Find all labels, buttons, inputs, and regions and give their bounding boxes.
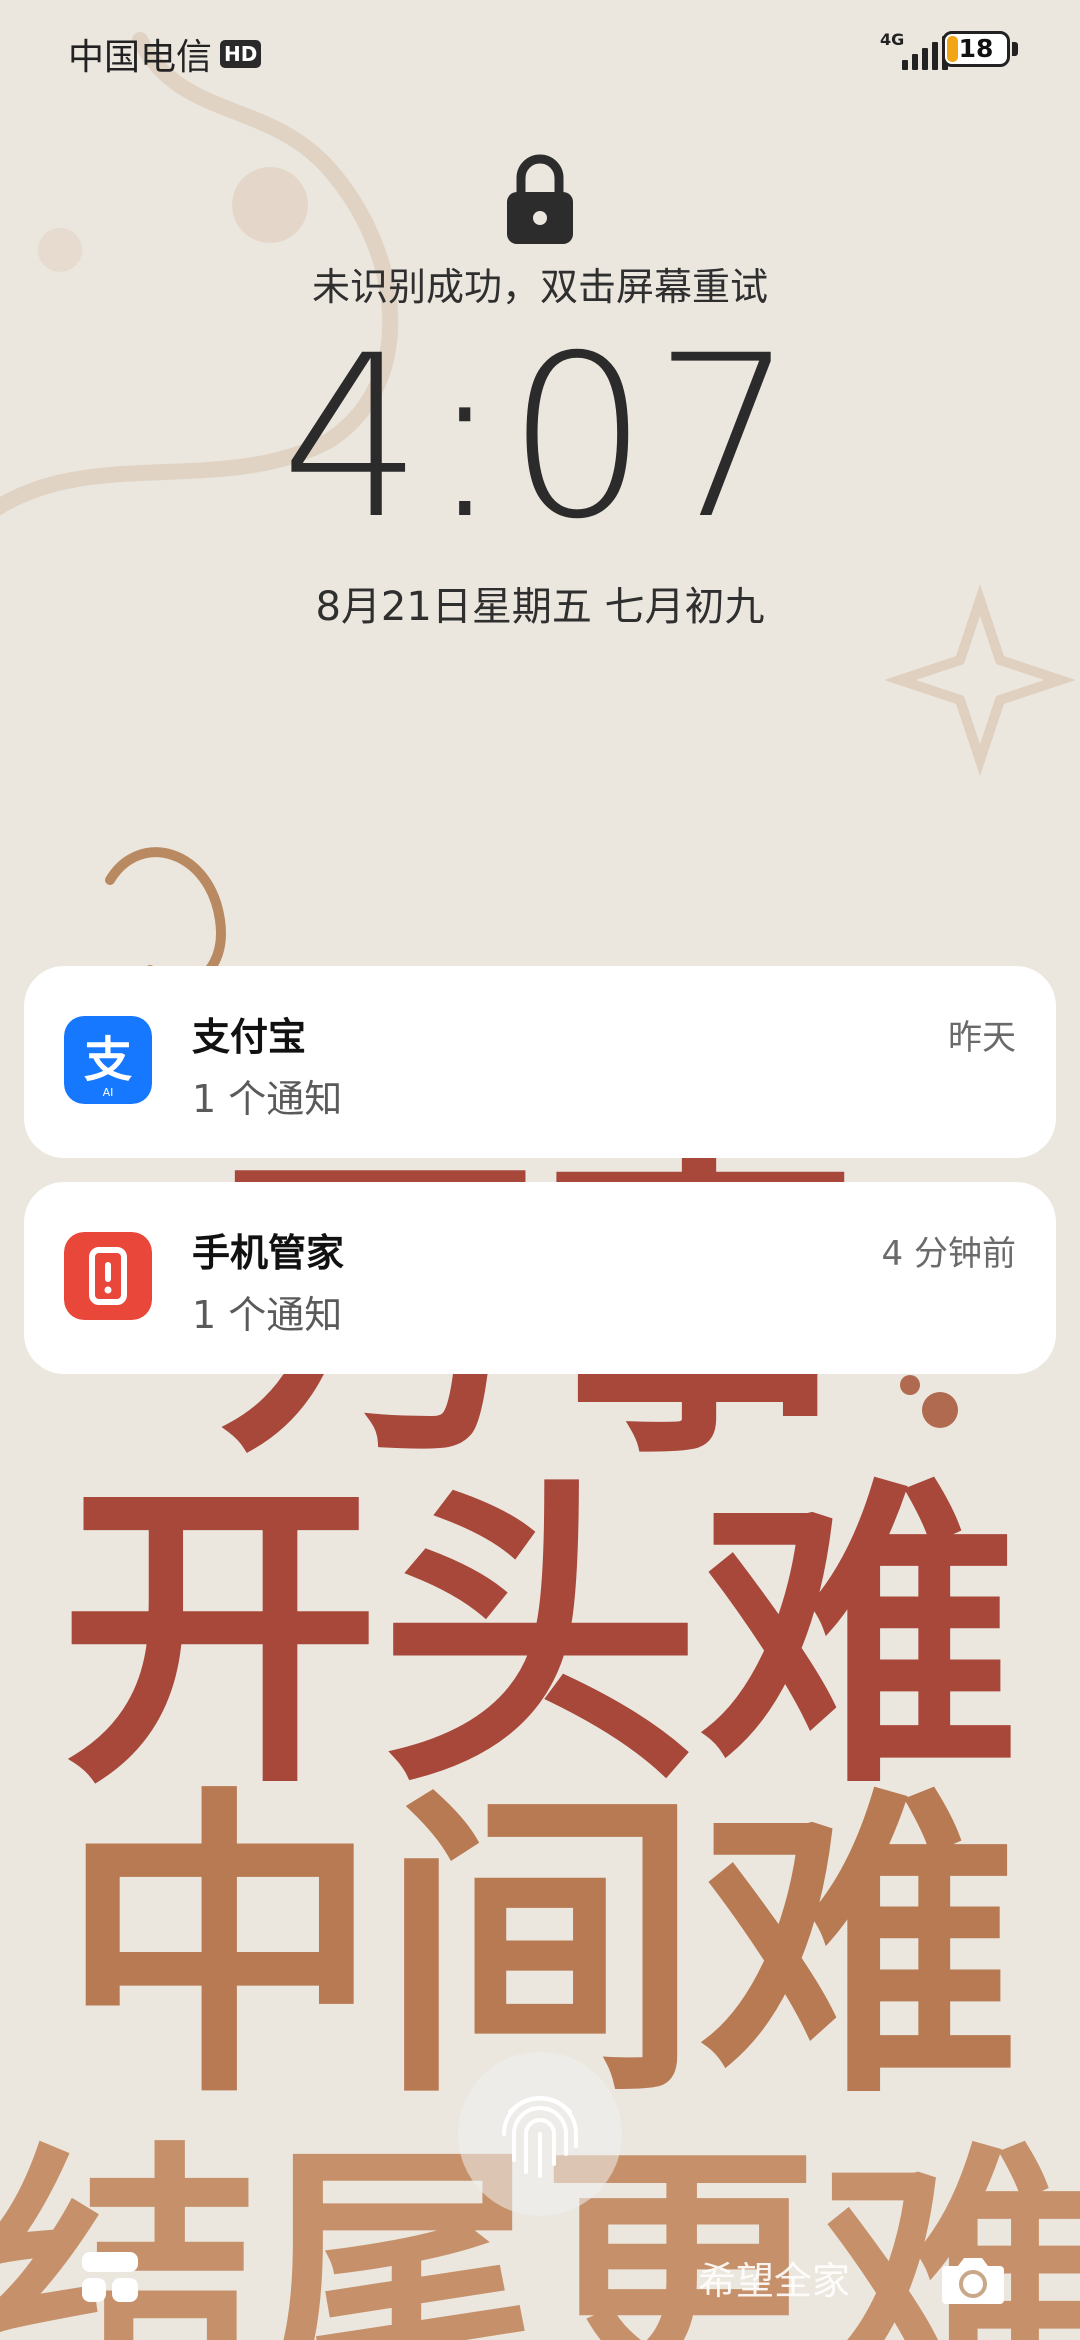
signal-icon: 4G (880, 26, 948, 74)
carrier-name: 中国电信 (68, 37, 213, 78)
unlock-hint: 未识别成功，双击屏幕重试 (311, 265, 768, 309)
status-bar: 中国电信 HD 4G 18 (0, 0, 1080, 104)
clock: 4:07 (280, 307, 800, 568)
svg-text:AI: AI (103, 1086, 114, 1099)
battery-icon: 18 (942, 31, 1010, 67)
fingerprint-icon (502, 2096, 578, 2178)
alipay-icon: 支 AI (64, 1016, 152, 1104)
notification-time: 昨天 (948, 1018, 1016, 1058)
notification-message: 1 个通知 (192, 1077, 343, 1121)
hd-badge: HD (220, 40, 262, 68)
network-type: 4G (880, 30, 905, 49)
notification-message: 1 个通知 (192, 1293, 343, 1337)
notification-app-name: 支付宝 (192, 1015, 307, 1059)
phone-manager-icon (64, 1232, 152, 1320)
notification-time: 4 分钟前 (881, 1234, 1016, 1274)
battery-level: 18 (958, 34, 994, 63)
fingerprint-sensor[interactable] (458, 2052, 622, 2216)
svg-text:支: 支 (84, 1032, 132, 1088)
lock-icon (507, 154, 573, 244)
carrier-info: 中国电信 HD (68, 28, 262, 80)
notification-app-name: 手机管家 (192, 1231, 345, 1275)
wallpaper-caption: 希望全家 (698, 2259, 851, 2303)
date-label: 8月21日星期五 七月初九 (315, 584, 765, 630)
notification-alipay[interactable]: 支 AI 支付宝 1 个通知 昨天 (24, 966, 1056, 1158)
notification-phone-manager[interactable]: 手机管家 1 个通知 4 分钟前 (24, 1182, 1056, 1374)
camera-icon[interactable] (940, 2254, 1006, 2306)
widgets-icon[interactable] (80, 2250, 140, 2306)
